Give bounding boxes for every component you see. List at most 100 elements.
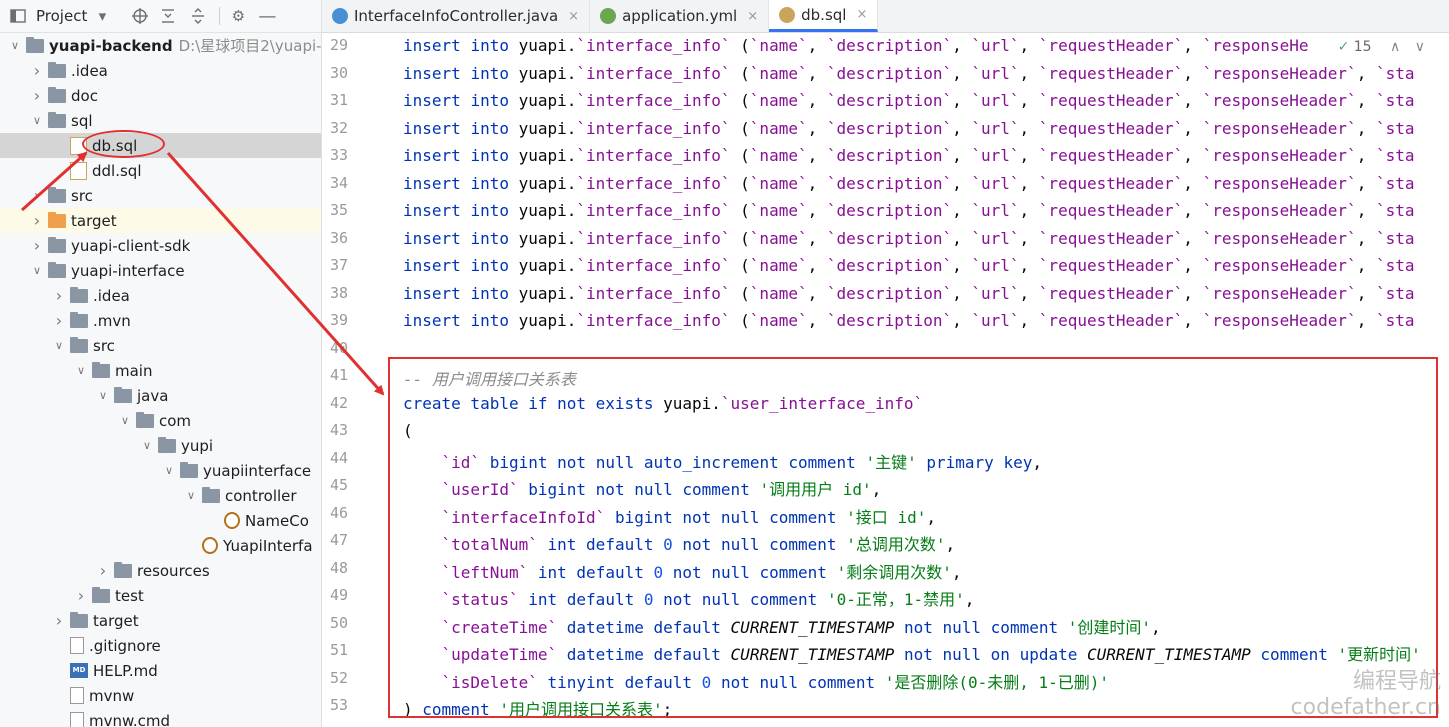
chevron-down-icon[interactable]: ∨ bbox=[30, 264, 44, 277]
collapse-all-icon[interactable] bbox=[183, 8, 213, 24]
code-line[interactable]: `leftNum` int default 0 not null comment… bbox=[403, 559, 962, 583]
tree-item[interactable]: NameCo bbox=[0, 508, 321, 533]
code-line[interactable]: insert into yuapi.`interface_info` (`nam… bbox=[403, 311, 1414, 330]
code-line[interactable]: `totalNum` int default 0 not null commen… bbox=[403, 531, 956, 555]
tree-item[interactable]: ∨ yuapi-interface bbox=[0, 258, 321, 283]
tree-item[interactable]: › resources bbox=[0, 558, 321, 583]
code-line[interactable]: insert into yuapi.`interface_info` (`nam… bbox=[403, 256, 1414, 275]
chevron-right-icon[interactable]: › bbox=[30, 86, 44, 105]
chevron-right-icon[interactable]: › bbox=[96, 561, 110, 580]
tree-item[interactable]: › target bbox=[0, 208, 321, 233]
editor-tab[interactable]: application.yml × bbox=[590, 0, 770, 32]
code-line[interactable]: `userId` bigint not null comment '调用用户 i… bbox=[403, 476, 882, 500]
chevron-right-icon[interactable]: › bbox=[74, 586, 88, 605]
tree-item[interactable]: ∨ com bbox=[0, 408, 321, 433]
chevron-down-icon[interactable]: ∨ bbox=[52, 339, 66, 352]
tree-item[interactable]: ∨ main bbox=[0, 358, 321, 383]
code-line[interactable]: insert into yuapi.`interface_info` (`nam… bbox=[403, 91, 1414, 110]
code-line[interactable]: create table if not exists yuapi.`user_i… bbox=[403, 394, 923, 413]
tree-item[interactable]: › src bbox=[0, 183, 321, 208]
chevron-down-icon[interactable]: ∨ bbox=[140, 439, 154, 452]
editor-tab[interactable]: db.sql × bbox=[769, 0, 879, 32]
java-class-icon bbox=[332, 8, 348, 24]
code-line[interactable]: `isDelete` tinyint default 0 not null co… bbox=[403, 669, 1110, 693]
tree-item-label: .gitignore bbox=[89, 636, 161, 655]
tree-item[interactable]: YuapiInterfa bbox=[0, 533, 321, 558]
project-view-icon[interactable] bbox=[0, 9, 36, 23]
folder-icon bbox=[48, 186, 66, 203]
tree-item[interactable]: › .idea bbox=[0, 58, 321, 83]
inspection-widget[interactable]: ✓ 15 ∧ ∨ bbox=[1333, 39, 1429, 55]
chevron-right-icon[interactable]: › bbox=[52, 611, 66, 630]
tree-item[interactable]: .gitignore bbox=[0, 633, 321, 658]
tree-item[interactable]: db.sql bbox=[0, 133, 321, 158]
code-line[interactable]: `status` int default 0 not null comment … bbox=[403, 586, 975, 610]
file-icon bbox=[70, 637, 84, 654]
chevron-down-icon[interactable]: ∨ bbox=[118, 414, 132, 427]
chevron-right-icon[interactable]: › bbox=[30, 236, 44, 255]
chevron-down-icon[interactable]: ∨ bbox=[1415, 39, 1425, 55]
chevron-right-icon[interactable]: › bbox=[52, 311, 66, 330]
line-number: 36 bbox=[329, 228, 348, 247]
code-line[interactable]: insert into yuapi.`interface_info` (`nam… bbox=[403, 64, 1414, 83]
tree-item[interactable]: › doc bbox=[0, 83, 321, 108]
file-icon bbox=[70, 712, 84, 727]
tree-item[interactable]: ∨ src bbox=[0, 333, 321, 358]
code-line[interactable]: `createTime` datetime default CURRENT_TI… bbox=[403, 614, 1161, 638]
chevron-down-icon[interactable]: ∨ bbox=[8, 39, 22, 52]
code-line[interactable]: insert into yuapi.`interface_info` (`nam… bbox=[403, 201, 1414, 220]
chevron-right-icon[interactable]: › bbox=[30, 211, 44, 230]
chevron-up-icon[interactable]: ∧ bbox=[1390, 39, 1400, 55]
code-line[interactable]: insert into yuapi.`interface_info` (`nam… bbox=[403, 36, 1309, 55]
tree-item[interactable]: ∨ java bbox=[0, 383, 321, 408]
tree-item[interactable]: mvnw bbox=[0, 683, 321, 708]
tree-item[interactable]: › yuapi-client-sdk bbox=[0, 233, 321, 258]
tree-item[interactable]: ∨ sql bbox=[0, 108, 321, 133]
chevron-down-icon[interactable]: ▾ bbox=[87, 7, 117, 25]
tree-item-label: yuapi-backend bbox=[49, 36, 173, 55]
code-line[interactable]: insert into yuapi.`interface_info` (`nam… bbox=[403, 174, 1414, 193]
chevron-right-icon[interactable]: › bbox=[30, 186, 44, 205]
chevron-down-icon[interactable]: ∨ bbox=[162, 464, 176, 477]
close-icon[interactable]: × bbox=[568, 9, 579, 24]
code-line[interactable]: insert into yuapi.`interface_info` (`nam… bbox=[403, 119, 1414, 138]
tree-item[interactable]: ∨ controller bbox=[0, 483, 321, 508]
tree-item[interactable]: › test bbox=[0, 583, 321, 608]
chevron-right-icon[interactable]: › bbox=[52, 286, 66, 305]
tree-item[interactable]: ∨ yupi bbox=[0, 433, 321, 458]
code-line[interactable]: ) comment '用户调用接口关系表'; bbox=[403, 696, 672, 720]
chevron-down-icon[interactable]: ∨ bbox=[74, 364, 88, 377]
code-line[interactable]: -- 用户调用接口关系表 bbox=[403, 366, 576, 390]
tree-item[interactable]: ∨ yuapiinterface bbox=[0, 458, 321, 483]
tree-item[interactable]: ∨ yuapi-backend D:\星球项目2\yuapi- bbox=[0, 33, 321, 58]
tree-item[interactable]: › .idea bbox=[0, 283, 321, 308]
code-line[interactable]: insert into yuapi.`interface_info` (`nam… bbox=[403, 146, 1414, 165]
tree-item[interactable]: mvnw.cmd bbox=[0, 708, 321, 727]
editor-tab[interactable]: InterfaceInfoController.java × bbox=[322, 0, 591, 32]
code-line[interactable]: `id` bigint not null auto_increment comm… bbox=[403, 449, 1042, 473]
tree-item[interactable]: › target bbox=[0, 608, 321, 633]
code-line[interactable]: `interfaceInfoId` bigint not null commen… bbox=[403, 504, 936, 528]
module-folder-icon bbox=[26, 36, 44, 53]
expand-all-icon[interactable] bbox=[153, 8, 183, 24]
code-line[interactable]: insert into yuapi.`interface_info` (`nam… bbox=[403, 284, 1414, 303]
code-line[interactable]: ( bbox=[403, 421, 413, 440]
code-line[interactable]: insert into yuapi.`interface_info` (`nam… bbox=[403, 229, 1414, 248]
code-line[interactable]: `updateTime` datetime default CURRENT_TI… bbox=[403, 641, 1421, 665]
close-icon[interactable]: × bbox=[747, 9, 758, 24]
chevron-right-icon[interactable]: › bbox=[30, 61, 44, 80]
chevron-down-icon[interactable]: ∨ bbox=[184, 489, 198, 502]
crosshair-icon[interactable] bbox=[127, 8, 153, 24]
chevron-down-icon[interactable]: ∨ bbox=[30, 114, 44, 127]
project-title[interactable]: Project bbox=[36, 7, 87, 25]
tree-item-label: src bbox=[93, 336, 115, 355]
tree-item-label: .mvn bbox=[93, 311, 131, 330]
chevron-down-icon[interactable]: ∨ bbox=[96, 389, 110, 402]
tree-item[interactable]: MD HELP.md bbox=[0, 658, 321, 683]
close-icon[interactable]: × bbox=[856, 7, 867, 22]
tree-item[interactable]: ddl.sql bbox=[0, 158, 321, 183]
gear-icon[interactable]: ⚙ bbox=[226, 7, 250, 25]
tree-item[interactable]: › .mvn bbox=[0, 308, 321, 333]
code-editor[interactable]: 29 30 31 32 33 34 35 36 37 38 39 40 41 42 43 44 45 46 47 48… bbox=[322, 33, 1449, 727]
minimize-icon[interactable]: — bbox=[250, 6, 284, 27]
